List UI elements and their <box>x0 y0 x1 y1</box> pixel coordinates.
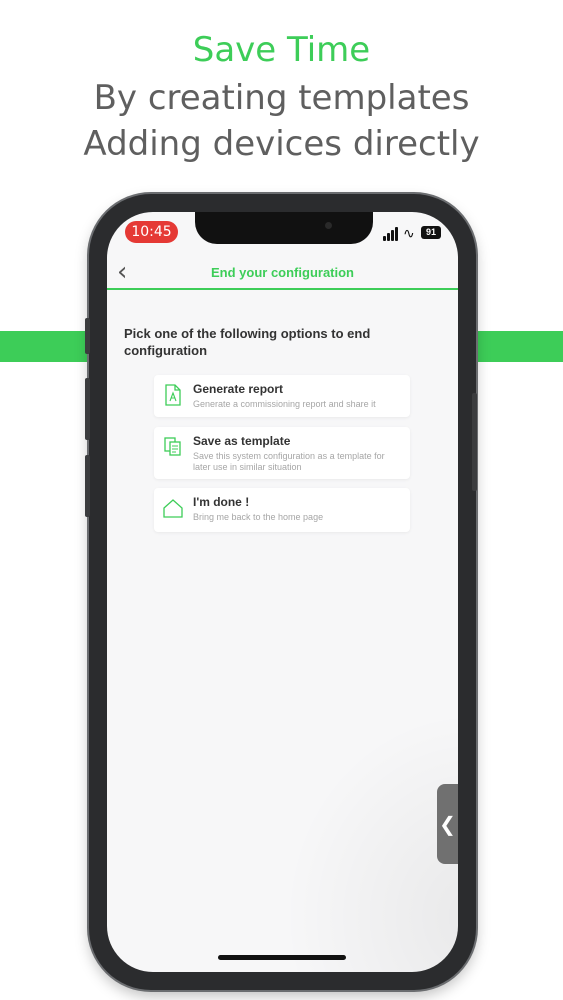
signal-bar-3 <box>391 230 394 241</box>
phone-screen: 10:45 ∿ 91 ‹ End your configuration Pick… <box>107 212 458 972</box>
camera-icon <box>325 222 332 229</box>
option-save-as-template[interactable]: Save as template Save this system config… <box>154 427 410 479</box>
option-subtitle: Bring me back to the home page <box>193 512 324 522</box>
status-time: 10:45 <box>125 221 178 243</box>
option-title: I'm done ! <box>193 495 250 509</box>
option-im-done[interactable]: I'm done ! Bring me back to the home pag… <box>154 488 410 532</box>
option-subtitle: Generate a commissioning report and shar… <box>193 399 376 409</box>
signal-bar-2 <box>387 233 390 241</box>
home-icon <box>163 499 183 518</box>
headline-adding-devices: Adding devices directly <box>83 124 480 164</box>
green-band-right <box>470 331 563 362</box>
copy-documents-icon <box>164 437 181 456</box>
page-title: End your configuration <box>211 265 354 280</box>
option-title: Generate report <box>193 382 284 396</box>
option-subtitle: Save this system configuration as a temp… <box>193 451 385 472</box>
pdf-file-icon <box>165 384 181 406</box>
headline-creating-templates: By creating templates <box>93 78 470 118</box>
intro-text: Pick one of the following options to end… <box>124 326 371 358</box>
drawer-handle[interactable]: ❮ <box>437 784 458 864</box>
phone-notch <box>195 212 373 244</box>
nav-divider <box>107 288 458 290</box>
option-title: Save as template <box>193 434 291 448</box>
chevron-left-icon: ❮ <box>439 812 456 836</box>
phone-volume-down-button <box>85 455 90 517</box>
status-icons: ∿ 91 <box>383 225 443 241</box>
phone-mute-switch <box>85 318 90 354</box>
nav-bar: ‹ End your configuration <box>107 256 458 292</box>
phone-volume-up-button <box>85 378 90 440</box>
option-generate-report[interactable]: Generate report Generate a commissioning… <box>154 375 410 417</box>
home-indicator[interactable] <box>218 955 346 960</box>
wifi-icon: ∿ <box>403 225 415 241</box>
signal-bar-4 <box>395 227 398 241</box>
headline-save-time: Save Time <box>192 30 371 70</box>
phone-power-button <box>472 393 477 491</box>
battery-icon: 91 <box>421 226 441 239</box>
screen-shade <box>267 692 458 972</box>
signal-bar-1 <box>383 236 386 241</box>
